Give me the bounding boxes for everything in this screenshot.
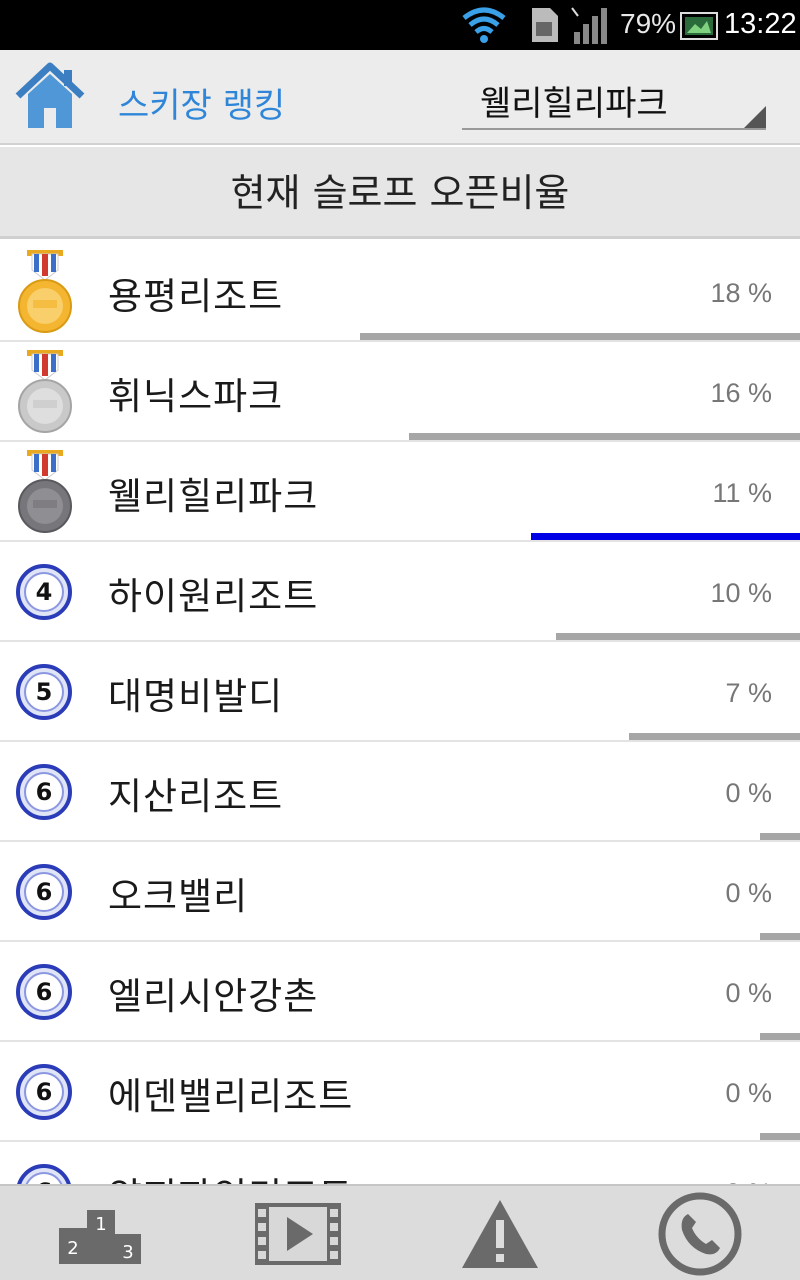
signal-strength-icon [571,7,607,44]
section-title: 현재 슬로프 오픈비율 [230,171,570,215]
resort-name: 엘리시안강촌 [108,975,319,1018]
svg-text:5: 5 [36,678,53,706]
screen-title: 스키장 랭킹 [118,86,286,126]
open-percent: 0 % [725,1078,772,1108]
battery-percent: 79% [620,8,677,39]
rank-number-icon: 6 [17,1164,71,1184]
open-ratio-bar [360,333,800,340]
ranking-row[interactable]: 4 하이원리조트 10 % [0,542,800,642]
open-ratio-bar [760,1133,800,1140]
bottom-navigation: 2 1 3 [0,1184,800,1280]
open-ratio-bar [760,833,800,840]
open-percent: 10 % [710,578,772,608]
wifi-icon [462,7,506,43]
resort-name: 오크밸리 [108,875,249,918]
warning-icon [462,1200,538,1268]
open-percent: 0 % [725,878,772,908]
dropdown-arrow-icon [744,106,766,128]
silver-medal-icon [18,350,72,433]
ranking-row[interactable]: 6 지산리조트 0 % [0,742,800,842]
open-percent: 16 % [710,378,772,408]
ranking-row[interactable]: 6 엘리시안강촌 0 % [0,942,800,1042]
resort-name: 대명비발디 [108,675,284,718]
ranking-row[interactable]: 5 대명비발디 7 % [0,642,800,742]
svg-text:3: 3 [122,1242,133,1263]
resort-name: 웰리힐리파크 [108,475,319,518]
svg-text:6: 6 [36,1078,53,1106]
resort-name: 에덴밸리리조트 [108,1075,354,1118]
resort-name: 하이원리조트 [108,575,319,618]
open-percent: 0 % [725,778,772,808]
rank-number-icon: 6 [16,1064,72,1120]
svg-text:6: 6 [36,978,53,1006]
open-ratio-bar [760,1033,800,1040]
image-notification-icon [680,12,718,40]
resort-name: 지산리조트 [108,775,284,818]
resort-name: 양지파인리조트 [108,1166,353,1184]
call-tab-button[interactable] [650,1192,750,1276]
selected-resort: 웰리힐리파크 [480,84,668,124]
alert-tab-button[interactable] [450,1194,550,1274]
svg-text:2: 2 [67,1238,78,1259]
open-ratio-bar [629,733,800,740]
open-percent: 18 % [710,278,772,308]
app-header: 스키장 랭킹 웰리힐리파크 [0,50,800,145]
bronze-medal-icon [18,450,72,533]
video-tab-button[interactable] [248,1194,348,1274]
podium-icon: 2 1 3 [59,1210,141,1264]
ranking-row[interactable]: 6 오크밸리 0 % [0,842,800,942]
rank-number-icon: 4 [16,564,72,620]
svg-text:6: 6 [36,878,53,906]
open-ratio-bar [760,933,800,940]
open-percent: 7 % [725,678,772,708]
ranking-row[interactable]: 6양지파인리조트0 % [0,1142,800,1184]
open-percent: 0 % [725,978,772,1008]
rank-number-icon: 5 [16,664,72,720]
ranking-row[interactable]: 용평리조트 18 % [0,242,800,342]
resort-dropdown[interactable]: 웰리힐리파크 [462,70,766,130]
open-ratio-bar [409,433,800,440]
rank-number-icon: 6 [16,764,72,820]
ranking-row[interactable]: 웰리힐리파크 11 % [0,442,800,542]
status-bar: 79% 13:22 [0,0,800,50]
rank-number-icon: 6 [16,864,72,920]
section-header: 현재 슬로프 오픈비율 [0,147,800,239]
resort-name: 휘닉스파크 [108,375,284,418]
open-percent: 11 % [712,478,772,508]
ranking-row[interactable]: 휘닉스파크 16 % [0,342,800,442]
clock: 13:22 [724,8,797,40]
svg-text:4: 4 [36,578,53,606]
phone-icon [658,1192,742,1276]
open-ratio-bar [531,533,800,540]
video-icon [255,1203,341,1265]
gold-medal-icon [18,250,72,333]
home-icon[interactable] [14,60,86,132]
svg-text:1: 1 [95,1214,106,1235]
open-ratio-bar [556,633,800,640]
ranking-tab-button[interactable]: 2 1 3 [50,1194,150,1274]
ranking-row[interactable]: 6 에덴밸리리조트 0 % [0,1042,800,1142]
svg-text:6: 6 [36,778,53,806]
resort-name: 용평리조트 [108,275,284,318]
sim-card-icon [532,8,558,42]
ranking-list[interactable]: 용평리조트 18 % 휘닉스파크 16 % 웰리힐리파크 11 % 4 하이원리조트 10 % 5… [0,242,800,1184]
rank-number-icon: 6 [16,964,72,1020]
